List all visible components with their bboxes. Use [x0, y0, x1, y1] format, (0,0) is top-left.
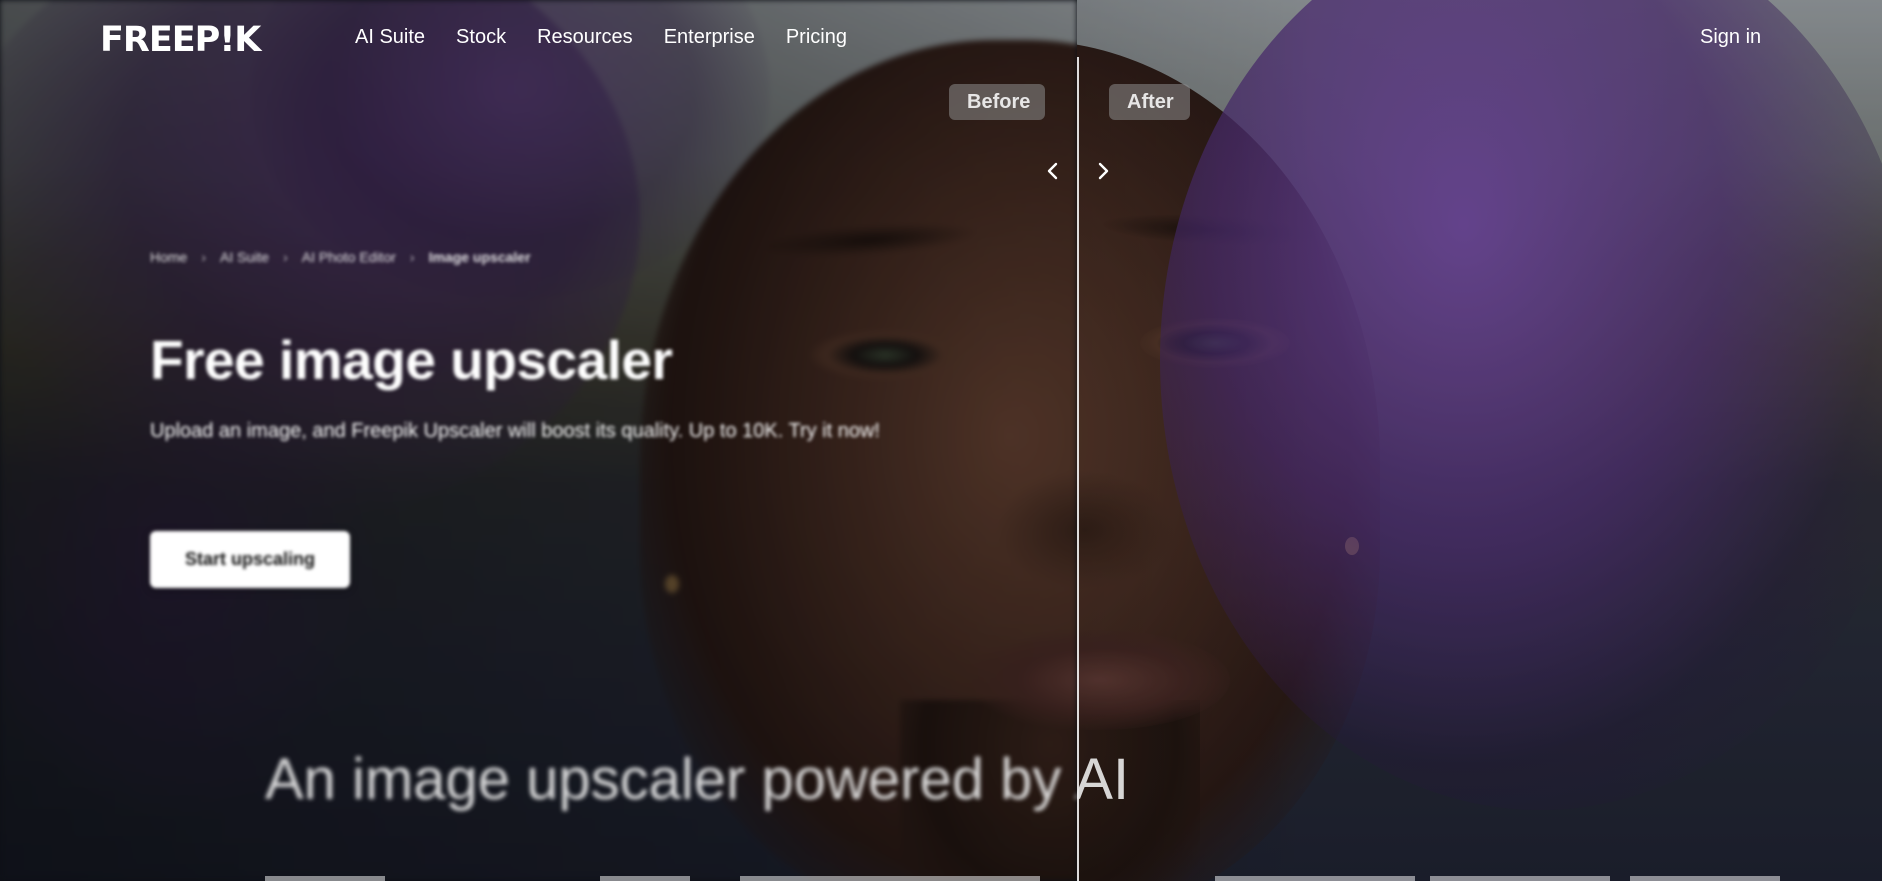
section-title-before: An image upscaler powered by AI — [0, 0, 1077, 881]
section-title: An image upscaler powered by AI — [265, 747, 1077, 812]
section-title-after: An image upscaler powered by AI — [1077, 0, 1882, 881]
section-title: An image upscaler powered by AI — [1077, 747, 1130, 812]
content-preview-strip — [0, 876, 1882, 881]
